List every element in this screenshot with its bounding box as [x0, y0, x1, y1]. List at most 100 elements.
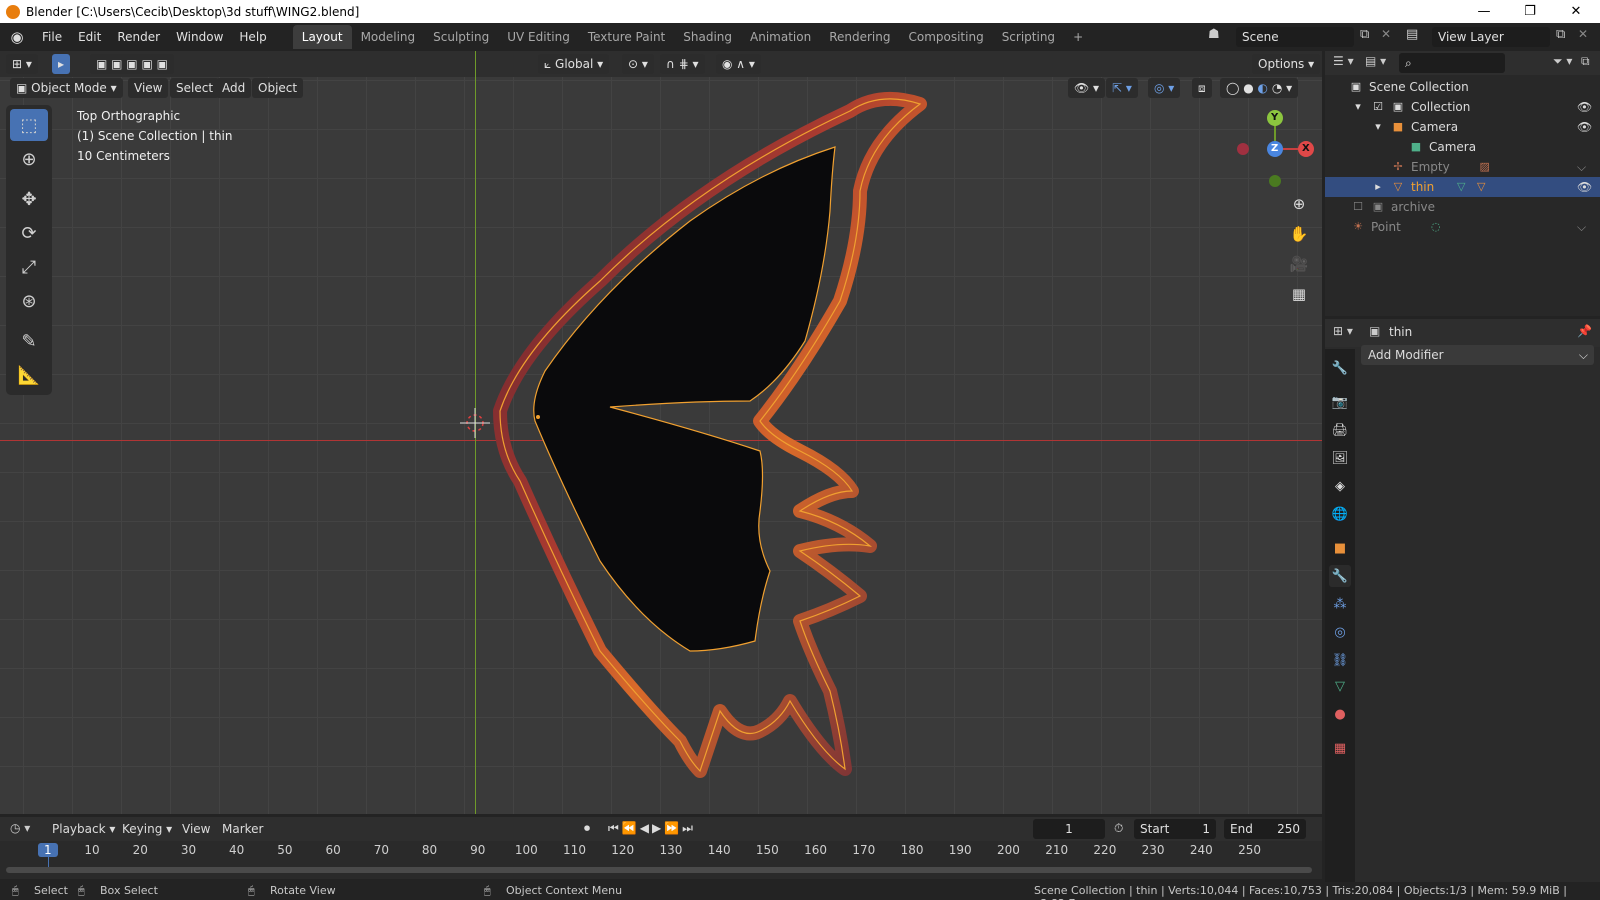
menu-file[interactable]: File: [34, 26, 70, 48]
tab-texture-paint[interactable]: Texture Paint: [579, 25, 674, 49]
new-scene-icon[interactable]: ⧉: [1360, 27, 1369, 42]
view-layer-field[interactable]: View Layer: [1432, 27, 1550, 47]
timeline-tick-label: 100: [514, 843, 538, 857]
timeline-panel: ◷ ▾ Playback ▾ Keying ▾ View Marker ⏺ ⏮⏪…: [0, 817, 1322, 879]
pin-icon[interactable]: 📌: [1577, 324, 1592, 338]
filter-icon[interactable]: ⏷ ▾: [1553, 54, 1572, 69]
tool-tab-icon[interactable]: 🔧: [1329, 357, 1351, 379]
close-button[interactable]: ✕: [1554, 0, 1598, 23]
timeline-scrollbar[interactable]: [6, 867, 1312, 873]
view-layer-tab-icon[interactable]: 🖼: [1329, 447, 1351, 469]
outliner-row-point[interactable]: ☀ Point ◌ ⌵: [1325, 217, 1600, 237]
outliner-row-camera-data[interactable]: ■ Camera: [1325, 137, 1600, 157]
timeline-tick-label: 200: [996, 843, 1020, 857]
mesh-data-icon: ▽: [1457, 180, 1466, 193]
wing-mesh-object[interactable]: [0, 51, 1322, 814]
status-context-menu: Object Context Menu: [506, 884, 623, 897]
outliner-row-collection[interactable]: ▾ ☑ ▣ Collection 👁: [1325, 97, 1600, 117]
outliner-row-archive[interactable]: ☐ ▣ archive: [1325, 197, 1600, 217]
outliner-label: Empty: [1411, 160, 1450, 174]
tab-modeling[interactable]: Modeling: [352, 25, 425, 49]
tab-layout[interactable]: Layout: [292, 25, 352, 49]
modifier-tab-icon[interactable]: 🔧: [1329, 565, 1351, 587]
timeline-tick-label: 50: [277, 843, 293, 857]
expand-arrow-icon[interactable]: ▸: [1371, 180, 1385, 194]
tab-rendering[interactable]: Rendering: [820, 25, 899, 49]
timeline-tick-label: 60: [325, 843, 341, 857]
3d-viewport[interactable]: ⊞ ▾ ▸ ▣ ▣ ▣ ▣ ▣ ⟀ Global ▾ ⊙ ▾ ∩ ⋕ ▾ ◉ ∧…: [0, 51, 1322, 814]
tab-scripting[interactable]: Scripting: [993, 25, 1064, 49]
outliner-row-camera[interactable]: ▾ ■ Camera 👁: [1325, 117, 1600, 137]
texture-tab-icon[interactable]: ▦: [1329, 737, 1351, 759]
outliner-row-thin[interactable]: ▸ ▽ thin ▽ ▽ 👁: [1325, 177, 1600, 197]
blender-menu-icon[interactable]: ◉: [0, 28, 34, 46]
outliner-search-input[interactable]: ⌕: [1399, 53, 1505, 73]
render-tab-icon[interactable]: 📷: [1329, 391, 1351, 413]
menu-render[interactable]: Render: [109, 26, 168, 48]
world-tab-icon[interactable]: 🌐: [1329, 503, 1351, 525]
expand-arrow-icon[interactable]: ▾: [1351, 100, 1365, 114]
timeline-tick-label: 1: [38, 843, 58, 857]
output-tab-icon[interactable]: 🖨: [1329, 419, 1351, 441]
menu-edit[interactable]: Edit: [70, 26, 109, 48]
view-layer-icon[interactable]: ▤: [1406, 27, 1418, 42]
checkbox-icon[interactable]: ☐: [1351, 200, 1365, 214]
data-tab-icon[interactable]: ▽: [1329, 675, 1351, 697]
delete-view-layer-icon[interactable]: ✕: [1578, 27, 1588, 41]
maximize-button[interactable]: ❐: [1508, 0, 1552, 23]
status-scene-stats: Scene Collection | thin | Verts:10,044 |…: [1034, 884, 1567, 900]
pan-hand-icon[interactable]: ✋: [1286, 221, 1312, 247]
checkbox-icon[interactable]: ☑: [1371, 100, 1385, 114]
expand-chevron-icon[interactable]: ⌵: [1577, 220, 1586, 235]
gizmo-neg-y-icon[interactable]: [1269, 175, 1281, 187]
new-collection-icon[interactable]: ⧉: [1581, 54, 1590, 69]
tab-uv-editing[interactable]: UV Editing: [498, 25, 579, 49]
object-tab-icon[interactable]: ■: [1329, 537, 1351, 559]
timeline-tick-label: 210: [1045, 843, 1069, 857]
title-bar: Blender [C:\Users\Cecib\Desktop\3d stuff…: [0, 0, 1600, 23]
add-workspace-button[interactable]: +: [1064, 25, 1092, 49]
tab-shading[interactable]: Shading: [674, 25, 741, 49]
scene-field[interactable]: Scene: [1236, 27, 1354, 47]
scene-tab-icon[interactable]: ◈: [1329, 475, 1351, 497]
display-mode-icon[interactable]: ▤ ▾: [1365, 54, 1386, 68]
physics-tab-icon[interactable]: ◎: [1329, 621, 1351, 643]
add-modifier-dropdown[interactable]: Add Modifier ⌵: [1361, 345, 1594, 365]
playhead-line[interactable]: [48, 857, 49, 867]
scene-icon[interactable]: ☗: [1208, 27, 1220, 42]
tab-animation[interactable]: Animation: [741, 25, 820, 49]
material-tab-icon[interactable]: ●: [1329, 703, 1351, 725]
properties-tab-strip: 🔧 📷 🖨 🖼 ◈ 🌐 ■ 🔧 ⁂ ◎ ⛓ ▽ ● ▦: [1325, 349, 1355, 882]
outliner-row-empty[interactable]: ✢ Empty ▨ ⌵: [1325, 157, 1600, 177]
timeline-tick-label: 10: [84, 843, 100, 857]
visibility-eye-icon[interactable]: 👁: [1577, 100, 1592, 114]
outliner-editor-type-icon[interactable]: ☰ ▾: [1333, 54, 1354, 68]
gizmo-neg-x-icon[interactable]: [1237, 143, 1249, 155]
ortho-grid-icon[interactable]: ▦: [1286, 281, 1312, 307]
timeline-tick-label: 250: [1238, 843, 1261, 857]
gizmo-z-label: Z: [1271, 143, 1279, 154]
empty-data-icon: ▨: [1479, 160, 1490, 173]
camera-view-icon[interactable]: 🎥: [1286, 251, 1312, 277]
outliner-row-scene-collection[interactable]: ▣ Scene Collection: [1325, 77, 1600, 97]
window-title: Blender [C:\Users\Cecib\Desktop\3d stuff…: [26, 4, 360, 19]
zoom-icon[interactable]: ⊕: [1286, 191, 1312, 217]
properties-editor-type-icon[interactable]: ⊞ ▾: [1333, 324, 1353, 338]
tab-compositing[interactable]: Compositing: [899, 25, 992, 49]
visibility-eye-icon[interactable]: 👁: [1577, 180, 1592, 194]
new-view-layer-icon[interactable]: ⧉: [1556, 27, 1565, 42]
expand-chevron-icon[interactable]: ⌵: [1577, 160, 1586, 175]
tab-sculpting[interactable]: Sculpting: [424, 25, 498, 49]
menu-window[interactable]: Window: [168, 26, 231, 48]
visibility-eye-icon[interactable]: 👁: [1577, 120, 1592, 134]
properties-object-name: thin: [1389, 325, 1413, 339]
menu-help[interactable]: Help: [231, 26, 274, 48]
timeline-tick-label: 140: [707, 843, 731, 857]
add-modifier-label: Add Modifier: [1368, 348, 1444, 362]
timeline-tick-label: 160: [804, 843, 828, 857]
minimize-button[interactable]: —: [1462, 0, 1506, 23]
constraints-tab-icon[interactable]: ⛓: [1329, 649, 1351, 671]
particles-tab-icon[interactable]: ⁂: [1329, 593, 1351, 615]
delete-scene-icon[interactable]: ✕: [1381, 27, 1391, 41]
expand-arrow-icon[interactable]: ▾: [1371, 120, 1385, 134]
